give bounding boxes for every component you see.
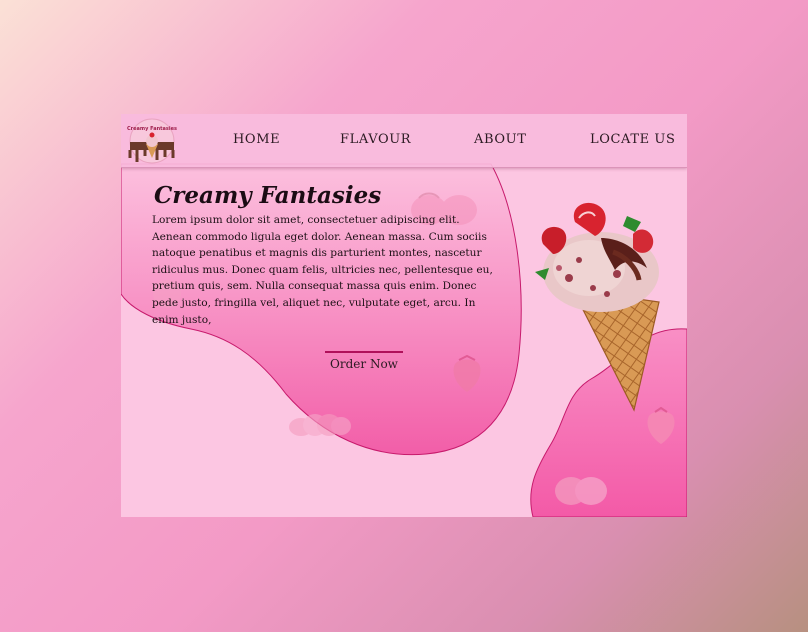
- logo[interactable]: Creamy Fantasies: [127, 118, 177, 164]
- landing-page-frame: Creamy Fantasies HOME FLAVOUR ABOUT LOCA…: [121, 114, 687, 517]
- hero-description: Lorem ipsum dolor sit amet, consectetuer…: [152, 214, 493, 326]
- logo-text: Creamy Fantasies: [127, 126, 177, 132]
- nav-about-link[interactable]: ABOUT: [474, 132, 526, 147]
- top-navbar: Creamy Fantasies HOME FLAVOUR ABOUT LOCA…: [121, 114, 687, 168]
- nav-home-link[interactable]: HOME: [233, 132, 280, 147]
- strawberry-icon: [453, 354, 481, 392]
- strawberry-icon: [647, 406, 675, 444]
- strawberry-icon: [555, 477, 607, 505]
- strawberry-icon: [289, 414, 351, 436]
- nav-flavour-link[interactable]: FLAVOUR: [340, 132, 411, 147]
- order-now-button[interactable]: Order Now: [325, 351, 403, 375]
- ice-cream-cone-icon: [535, 202, 660, 412]
- logo-icon: [128, 118, 175, 164]
- nav-locate-us-link[interactable]: LOCATE US: [590, 132, 675, 147]
- hero-title: Creamy Fantasies: [154, 182, 382, 209]
